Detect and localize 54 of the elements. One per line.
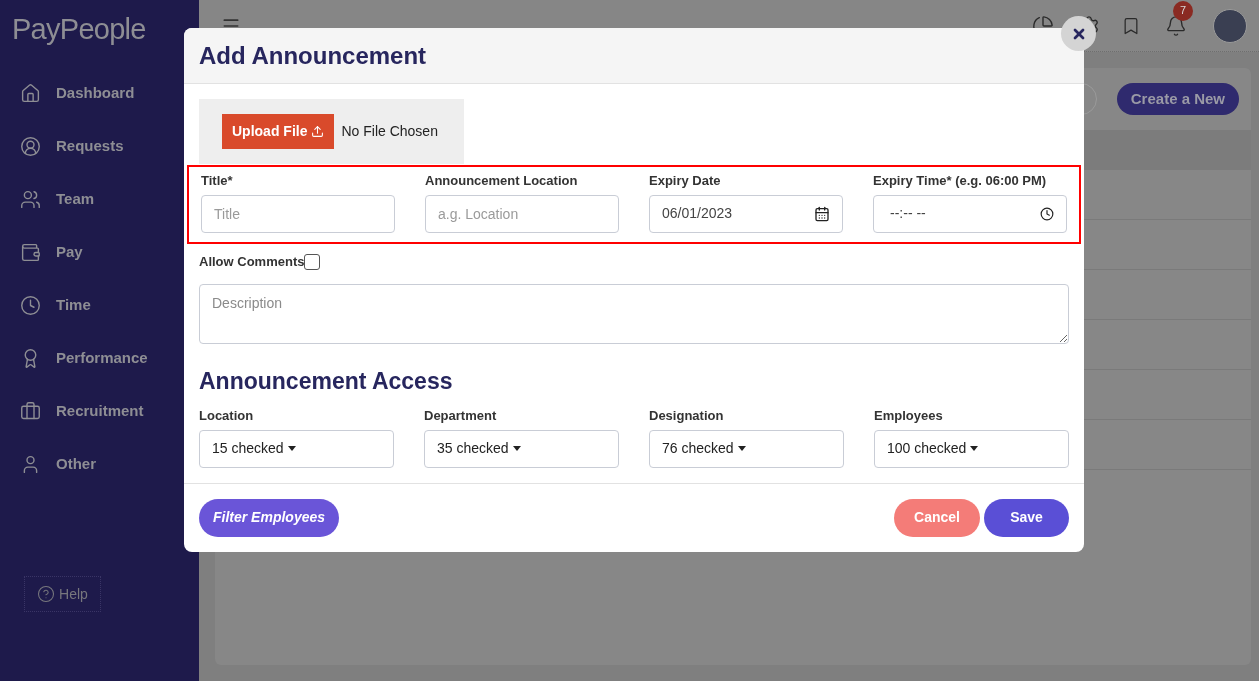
calendar-icon bbox=[814, 205, 830, 222]
sidebar-item[interactable]: Requests bbox=[20, 133, 199, 160]
sidebar-item[interactable]: Recruitment bbox=[20, 398, 199, 425]
field-label: Title* bbox=[201, 172, 234, 190]
logo: PayPeople bbox=[11, 12, 147, 47]
dropdown[interactable]: 76 checked bbox=[649, 429, 844, 468]
section-heading: Announcement Access bbox=[199, 366, 454, 396]
field-label: Expiry Date bbox=[649, 172, 722, 190]
field-label: Expiry Time* (e.g. 06:00 PM) bbox=[873, 172, 1048, 190]
avatar[interactable] bbox=[1213, 8, 1247, 43]
caret-icon bbox=[970, 446, 979, 451]
caret-icon bbox=[737, 446, 746, 451]
file-status: No File Chosen bbox=[341, 122, 438, 141]
clock-icon bbox=[20, 295, 41, 316]
cancel-button[interactable]: Cancel bbox=[894, 498, 980, 537]
wallet-icon bbox=[20, 242, 41, 263]
sidebar-item[interactable]: Pay bbox=[20, 239, 199, 266]
field-label: Announcement Location bbox=[425, 172, 579, 190]
date-field[interactable]: 06/01/2023 bbox=[649, 194, 843, 233]
field-label: Employees bbox=[874, 407, 944, 425]
upload-file-button[interactable]: Upload File bbox=[222, 114, 335, 149]
create-new-button[interactable]: Create a New bbox=[1116, 83, 1239, 115]
caret-icon bbox=[287, 446, 296, 451]
dropdown[interactable]: 100 checked bbox=[874, 429, 1069, 468]
caret-icon bbox=[512, 446, 521, 451]
text-field[interactable]: a.g. Location bbox=[425, 194, 619, 233]
dropdown[interactable]: 15 checked bbox=[199, 429, 394, 468]
allow-comments-label: Allow Comments bbox=[199, 252, 305, 271]
sidebar-item[interactable]: Dashboard bbox=[20, 80, 199, 107]
notification-badge: 7 bbox=[1173, 0, 1193, 21]
bell-icon[interactable] bbox=[1165, 14, 1187, 37]
clock-icon bbox=[1040, 206, 1054, 221]
dropdown[interactable]: 35 checked bbox=[424, 429, 619, 468]
filter-employees-button[interactable]: Filter Employees bbox=[199, 498, 340, 537]
save-button[interactable]: Save bbox=[984, 498, 1069, 537]
field-label: Location bbox=[199, 407, 255, 425]
field-label: Department bbox=[424, 407, 498, 425]
sidebar-item[interactable]: Performance bbox=[20, 345, 199, 372]
house-icon bbox=[20, 83, 41, 104]
person-circle-icon bbox=[20, 136, 41, 157]
briefcase-icon bbox=[20, 401, 41, 422]
sidebar-item[interactable]: Time bbox=[20, 292, 199, 319]
checkbox[interactable] bbox=[304, 253, 321, 270]
people-icon bbox=[20, 189, 41, 210]
time-field[interactable]: --:-- -- bbox=[873, 194, 1067, 233]
text-field[interactable]: Title bbox=[201, 194, 395, 233]
help-button[interactable]: Help bbox=[24, 576, 101, 612]
field-label: Designation bbox=[649, 407, 725, 425]
sidebar-item[interactable]: Team bbox=[20, 186, 199, 213]
help-icon bbox=[37, 585, 56, 603]
sidebar-item[interactable]: Other bbox=[20, 451, 199, 478]
description-field[interactable]: Description bbox=[199, 283, 1069, 344]
upload-icon bbox=[311, 125, 325, 138]
dialog-title: Add Announcement bbox=[199, 40, 427, 71]
